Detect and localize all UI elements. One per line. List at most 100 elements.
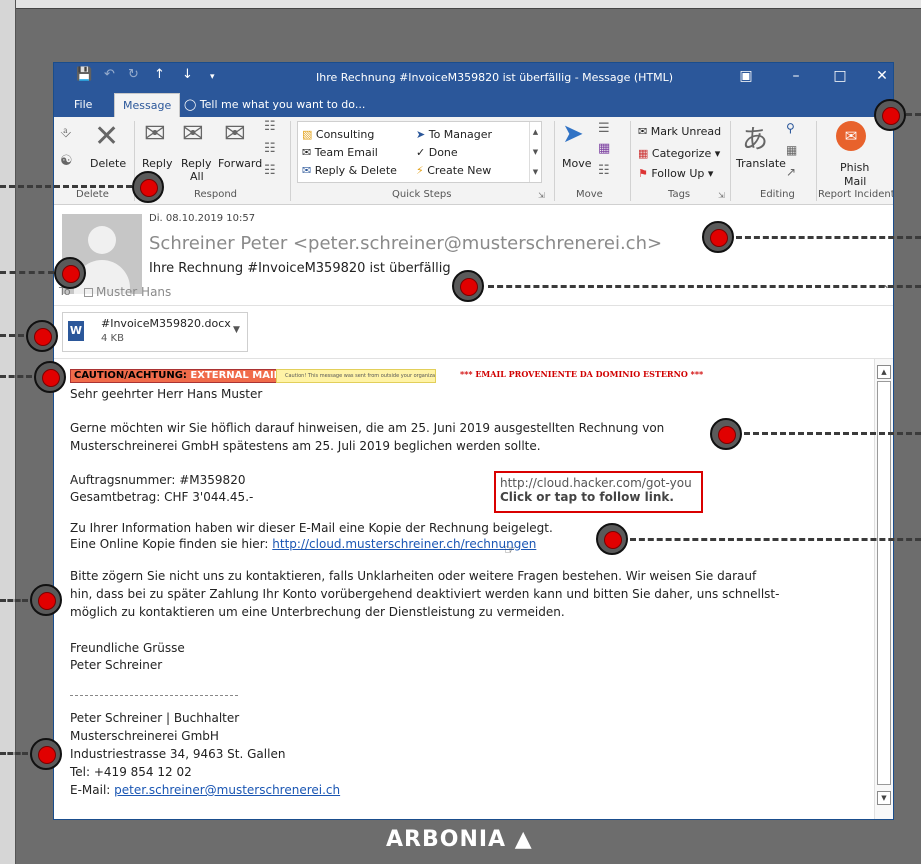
quick-step-done[interactable]: ✓ Done [416,146,458,159]
reply-all-button[interactable]: Reply [181,157,211,170]
reply-all-icon[interactable]: ✉ [182,119,204,149]
quick-step-create-new[interactable]: ⚡ Create New [416,164,491,177]
sent-date: Di. 08.10.2019 10:57 [149,213,256,224]
vertical-scrollbar[interactable]: ▲ ▼ [874,359,893,819]
group-label-quick-steps: Quick Steps [392,189,452,200]
tab-file[interactable]: File [66,93,100,117]
forward-icon[interactable]: ✉ [224,119,246,149]
translate-button[interactable]: Translate [736,157,786,170]
paragraph-1-line-2: Musterschreinerei GmbH spätestens am 25.… [70,439,541,453]
recipient[interactable]: Muster Hans [84,285,171,299]
translate-icon[interactable]: あ [742,119,768,156]
reply-icon[interactable]: ✉ [144,119,166,149]
logo-mark-icon: ▲ [514,827,533,852]
dialog-launcher-icon[interactable]: ⇲ [538,191,545,200]
gallery-scroll[interactable]: ▲ ▼ ▼ [529,122,541,182]
paragraph-2-line-2: Eine Online Kopie finden sie hier: http:… [70,537,537,551]
im-icon[interactable]: ☷ [264,141,276,156]
signature-line-4: Tel: +419 854 12 02 [70,765,192,779]
callout-line [736,236,921,239]
undo-icon[interactable]: ↶ [104,67,115,82]
flag-icon: ⚑ [638,167,652,180]
callout-marker-caution-banner [34,361,66,393]
phish-mail-button-line2[interactable]: Mail [844,175,866,188]
dialog-launcher-icon[interactable]: ⇲ [718,191,725,200]
phish-mail-button[interactable]: Phish [840,161,869,174]
move-button[interactable]: Move [562,157,592,170]
callout-line [0,599,28,602]
phish-hook-icon[interactable]: ✉ [836,121,866,151]
callout-marker-link [596,523,628,555]
paragraph-3-line-2: hin, dass bei zu später Zahlung Ihr Kont… [70,587,780,601]
callout-line [906,113,921,116]
paragraph-2-line-1: Zu Ihrer Information haben wir dieser E-… [70,521,553,535]
callout-line [744,432,921,435]
callout-marker-phish-button [874,99,906,131]
group-separator [816,121,817,201]
suspicious-link[interactable]: http://cloud.musterschreiner.ch/rechnung… [272,537,536,551]
tell-me-search[interactable]: ◯ Tell me what you want to do... [184,93,365,117]
arbonia-logo: ARBONIA ▲ [386,827,533,852]
save-icon[interactable]: 💾 [76,67,92,82]
onenote-icon[interactable]: ▦ [598,141,610,156]
categorize-button[interactable]: ▦ Categorize ▾ [638,147,720,160]
reply-all-button-line2[interactable]: All [190,170,204,183]
more-respond-icon[interactable]: ☷ [264,163,276,178]
group-label-move: Move [576,189,603,200]
move-folder-icon[interactable]: ➤ [562,119,584,149]
attachment-name: #InvoiceM359820.docx [101,317,231,330]
group-label-respond: Respond [194,189,238,200]
quick-step-to-manager[interactable]: ➤ To Manager [416,128,492,141]
reply-button[interactable]: Reply [142,157,172,170]
sender-email-link[interactable]: peter.schreiner@musterschrenerei.ch [114,783,340,797]
chevron-down-icon[interactable]: ▼ [233,325,240,335]
delete-button[interactable]: Delete [90,157,126,170]
closing: Freundliche Grüsse [70,641,185,655]
group-label-tags: Tags [668,189,691,200]
forward-button[interactable]: Forward [218,157,262,170]
scrollbar-thumb[interactable] [877,381,891,785]
quick-step-team-email[interactable]: ✉ Team Email [302,146,378,159]
paragraph-3-line-3: möglich zu kontaktieren um eine Unterbre… [70,605,565,619]
find-icon[interactable]: ⚲ [786,121,795,135]
signature-line-3: Industriestrasse 34, 9463 St. Gallen [70,747,286,761]
quick-step-consulting[interactable]: ▧ Consulting [302,128,374,141]
word-document-icon: W [68,321,84,341]
attachment-item[interactable]: W #InvoiceM359820.docx 4 KB ▼ [62,312,248,352]
customize-icon[interactable]: ▾ [210,72,215,82]
meeting-icon[interactable]: ☷ [264,119,276,134]
tooltip-hint: Click or tap to follow link. [500,490,674,504]
scroll-down-icon[interactable]: ▼ [877,791,891,805]
group-label-delete: Delete [76,189,109,200]
scroll-up-icon[interactable]: ▲ [877,365,891,379]
select-icon[interactable]: ↗ [786,165,796,179]
check-icon: ✓ [416,146,429,159]
callout-line [0,271,54,274]
mark-unread-button[interactable]: ✉ Mark Unread [638,125,721,138]
rules-icon[interactable]: ☰ [598,121,610,136]
up-arrow-icon[interactable]: ↑ [154,67,165,82]
quick-step-reply-delete[interactable]: ✉ Reply & Delete [302,164,397,177]
sender-name[interactable]: Schreiner Peter <peter.schreiner@musters… [149,233,662,254]
callout-marker-delete-group [132,171,164,203]
close-icon[interactable]: ✕ [872,68,892,84]
signature-line-2: Musterschreinerei GmbH [70,729,219,743]
actions-icon[interactable]: ☷ [598,163,610,178]
restore-icon[interactable]: ▣ [736,68,756,84]
signature-line-5: E-Mail: peter.schreiner@musterschrenerei… [70,783,341,797]
forward-mail-icon: ➤ [416,128,429,141]
quick-steps-gallery: ▧ Consulting ➤ To Manager ✉ Team Email ✓… [297,121,542,183]
down-arrow-icon[interactable]: ↓ [182,67,193,82]
categorize-icon: ▦ [638,147,652,160]
total-amount: Gesamtbetrag: CHF 3'044.45.- [70,490,254,504]
related-icon[interactable]: ▦ [786,143,797,157]
follow-up-button[interactable]: ⚑ Follow Up ▾ [638,167,713,180]
title-bar: 💾 ↶ ↻ ↑ ↓ ▾ Ihre Rechnung #InvoiceM35982… [54,63,893,93]
junk-icon[interactable]: ☯ [60,153,73,169]
redo-icon[interactable]: ↻ [128,67,139,82]
maximize-icon[interactable]: □ [830,68,850,84]
delete-x-icon[interactable]: ✕ [94,119,119,154]
minimize-icon[interactable]: – [786,68,806,84]
ignore-icon[interactable]: ⎀ [60,125,71,141]
tab-message[interactable]: Message [114,93,181,117]
